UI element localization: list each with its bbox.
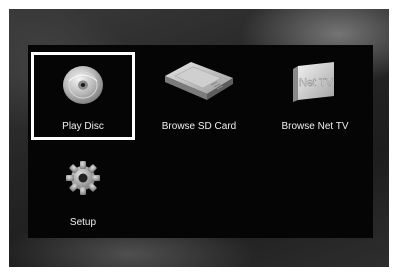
menu-item-browse-net-tv[interactable]: Net TV Browse Net TV (263, 52, 367, 140)
menu-item-setup[interactable]: Setup (31, 148, 135, 236)
menu-item-label: Setup (69, 217, 97, 228)
menu-item-play-disc[interactable]: Play Disc (31, 52, 135, 140)
menu-item-label: Browse Net TV (281, 121, 349, 132)
tv-screen: Play Disc Browse SD Card Net TV Browse N… (9, 9, 389, 267)
menu-item-label: Play Disc (62, 121, 104, 132)
net-tv-icon-text: Net TV (299, 77, 334, 89)
menu-item-browse-sd-card[interactable]: Browse SD Card (147, 52, 251, 140)
gear-icon (66, 161, 100, 195)
sd-card-icon (165, 62, 233, 100)
menu-item-label: Browse SD Card (161, 121, 237, 132)
disc-icon (63, 66, 103, 104)
net-tv-icon: Net TV (293, 62, 334, 102)
home-menu-panel: Play Disc Browse SD Card Net TV Browse N… (28, 45, 373, 238)
